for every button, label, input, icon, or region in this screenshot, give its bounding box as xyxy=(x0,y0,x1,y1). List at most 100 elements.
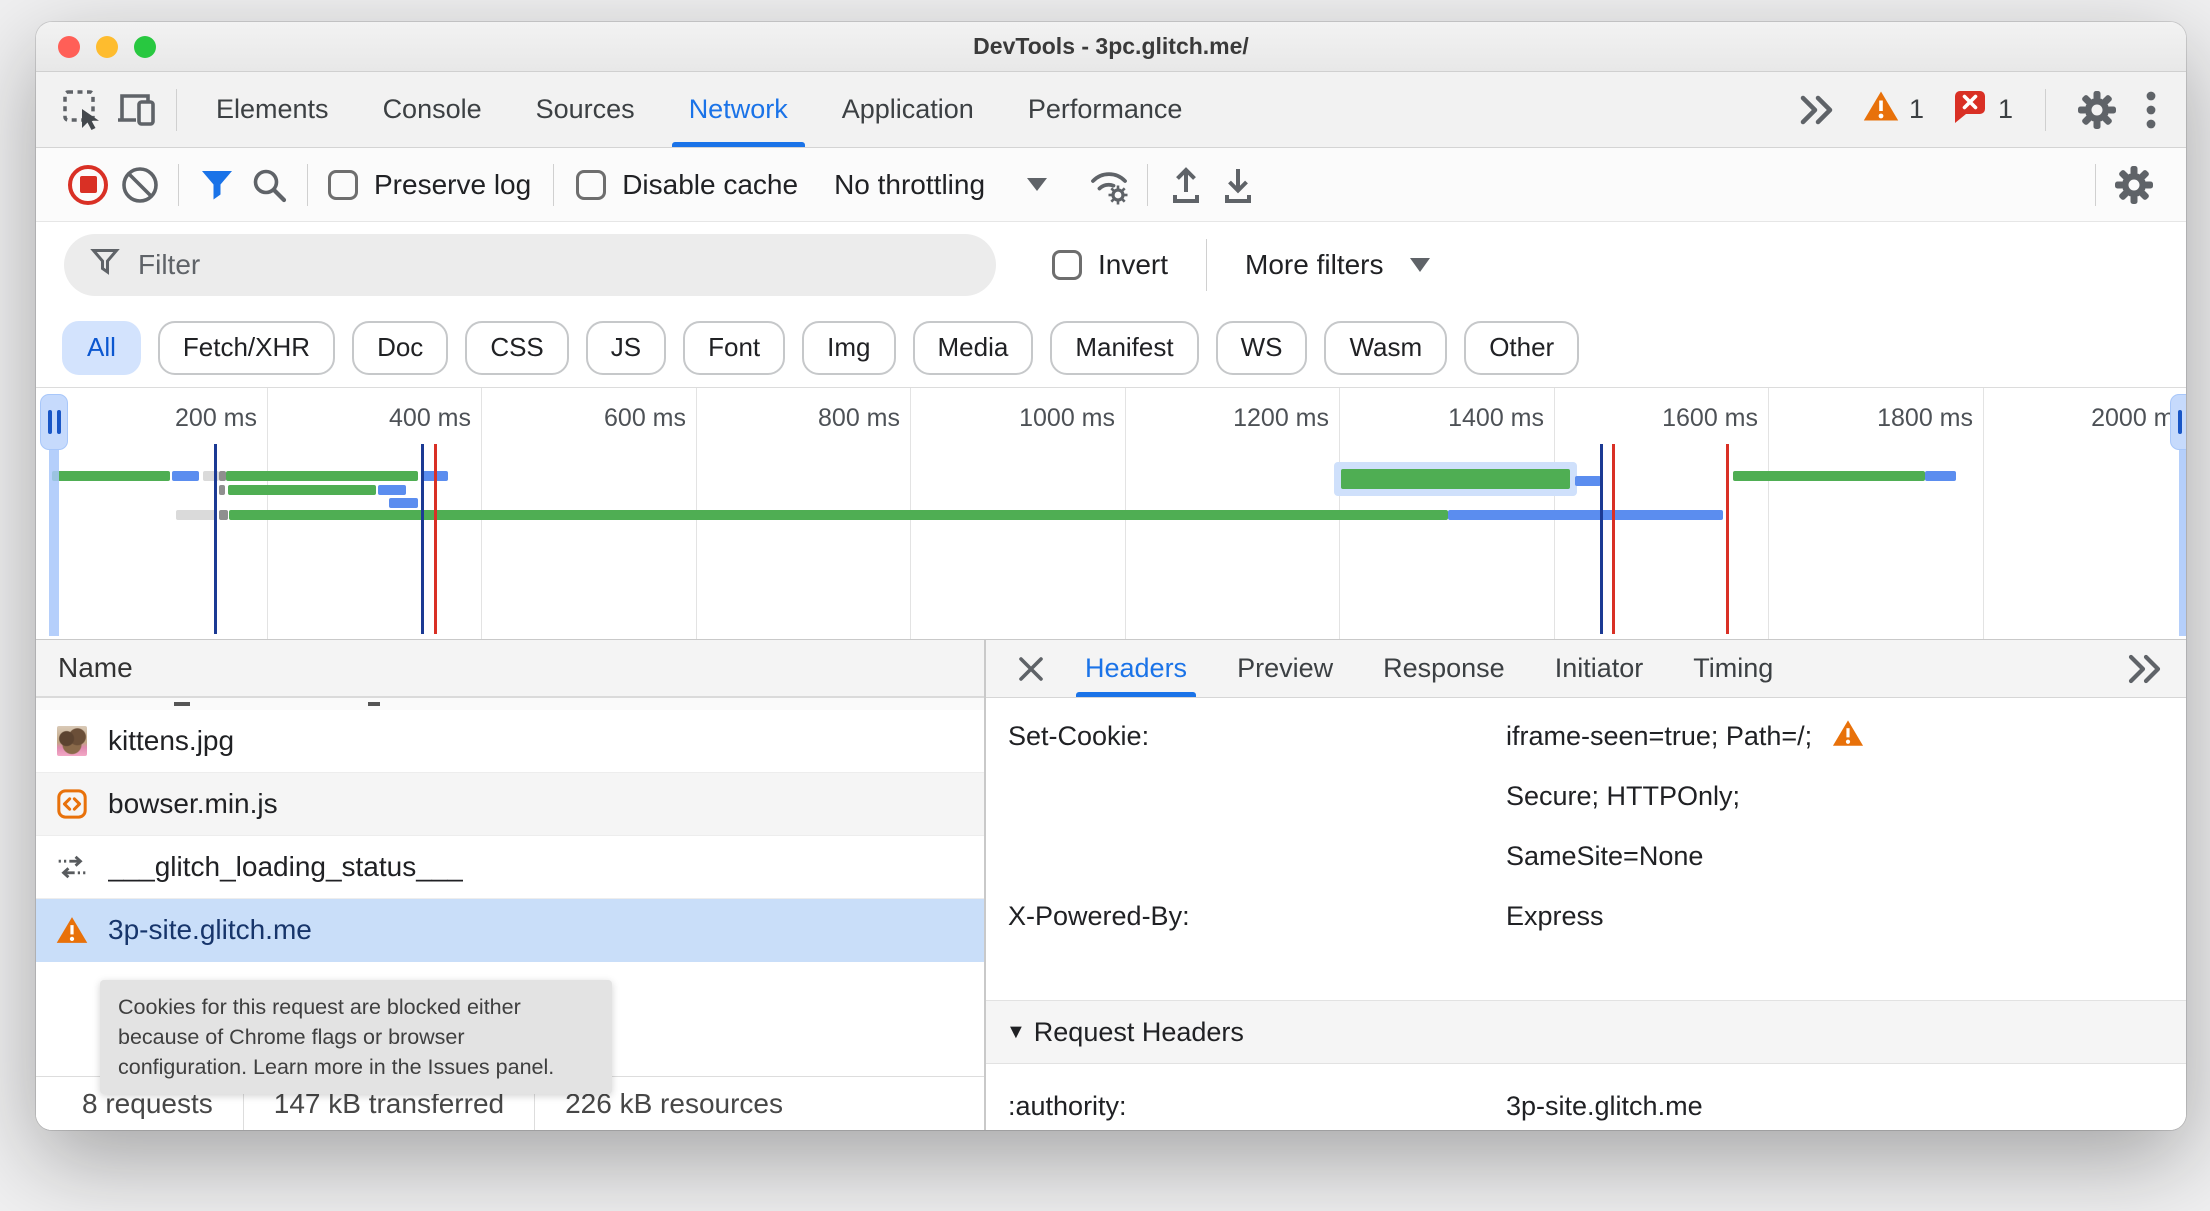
header-value-line: SameSite=None xyxy=(1506,826,1864,886)
waterfall-bar xyxy=(219,485,225,495)
issue-count: 1 xyxy=(1997,94,2013,124)
warnings-badge[interactable]: 1 xyxy=(1855,90,1932,129)
kebab-menu-icon[interactable] xyxy=(2136,83,2166,137)
cookie-warning-icon xyxy=(1832,719,1864,754)
type-filter-wasm[interactable]: Wasm xyxy=(1324,320,1448,375)
type-filter-ws[interactable]: WS xyxy=(1215,320,1308,375)
response-headers-list: Set-Cookie: iframe-seen=true; Path=/; Secu… xyxy=(986,706,2186,946)
disable-cache-label: Disable cache xyxy=(622,168,799,200)
network-conditions-icon[interactable] xyxy=(1083,159,1135,211)
tab-network[interactable]: Network xyxy=(662,72,815,147)
type-filter-js[interactable]: JS xyxy=(585,320,667,375)
filter-row: Invert More filters xyxy=(36,222,2186,308)
details-tab-preview[interactable]: Preview xyxy=(1212,640,1358,697)
request-row-3p-site-glitch-me[interactable]: 3p-site.glitch.me xyxy=(36,899,984,962)
more-filters-caret-icon[interactable] xyxy=(1409,258,1430,272)
tab-bar-right-cluster: 1 1 xyxy=(1789,83,2166,137)
invert-checkbox[interactable] xyxy=(1052,250,1082,280)
tab-elements[interactable]: Elements xyxy=(189,72,356,147)
funnel-outline-icon xyxy=(90,247,120,284)
type-filter-all[interactable]: All xyxy=(62,320,141,375)
issues-badge[interactable]: 1 xyxy=(1944,88,2021,131)
tab-sources[interactable]: Sources xyxy=(509,72,662,147)
filter-input[interactable] xyxy=(138,249,970,281)
load-event-line xyxy=(1726,444,1729,634)
search-icon[interactable] xyxy=(243,159,295,211)
waterfall-bar xyxy=(52,471,170,481)
filter-toggle-icon[interactable] xyxy=(191,159,243,211)
details-tab-response[interactable]: Response xyxy=(1358,640,1530,697)
issue-error-icon xyxy=(1952,88,1988,131)
load-event-line xyxy=(1612,444,1615,634)
settings-gear-icon[interactable] xyxy=(2070,83,2124,137)
close-details-icon[interactable] xyxy=(1002,643,1060,695)
header-name: X-Powered-By: xyxy=(1008,901,1190,931)
type-filter-media[interactable]: Media xyxy=(912,320,1034,375)
import-har-icon[interactable] xyxy=(1160,159,1212,211)
type-filter-fetch-xhr[interactable]: Fetch/XHR xyxy=(157,320,336,375)
type-filter-manifest[interactable]: Manifest xyxy=(1050,320,1199,375)
type-filter-font[interactable]: Font xyxy=(683,320,786,375)
waterfall-bar xyxy=(1341,469,1570,489)
waterfall-bar xyxy=(1448,510,1723,520)
domcontentloaded-event-line xyxy=(1600,444,1603,634)
cookie-block-tooltip: Cookies for this request are blocked eit… xyxy=(100,980,612,1095)
type-filter-other[interactable]: Other xyxy=(1464,320,1580,375)
tab-performance[interactable]: Performance xyxy=(1001,72,1210,147)
divider xyxy=(2095,163,2096,206)
details-tab-timing[interactable]: Timing xyxy=(1668,640,1798,697)
disable-cache-checkbox[interactable] xyxy=(576,169,607,200)
waterfall-bar xyxy=(1575,476,1601,486)
filter-input-pill[interactable] xyxy=(64,234,996,296)
overview-left-handle[interactable] xyxy=(40,394,68,450)
export-har-icon[interactable] xyxy=(1212,159,1264,211)
zoom-window-button[interactable] xyxy=(134,36,156,58)
title-bar: DevTools - 3pc.glitch.me/ xyxy=(36,22,2186,72)
more-filters-button[interactable]: More filters xyxy=(1245,249,1383,281)
throttling-select[interactable]: No throttling xyxy=(834,169,985,201)
requests-pane: Name kittens.jpg bowser.min.js ___glitch_l… xyxy=(36,640,986,1130)
network-settings-gear-icon[interactable] xyxy=(2108,159,2160,211)
network-main-area: Name kittens.jpg bowser.min.js ___glitch_l… xyxy=(36,640,2186,1130)
close-window-button[interactable] xyxy=(58,36,80,58)
request-row-glitch-loading-status[interactable]: ___glitch_loading_status___ xyxy=(36,836,984,899)
name-column-header[interactable]: Name xyxy=(36,640,984,698)
waterfall-bar xyxy=(228,485,376,495)
network-overview-timeline[interactable]: 200 ms 400 ms 600 ms 800 ms 1000 ms 1200 ms 14… xyxy=(36,388,2186,640)
request-headers-section[interactable]: ▼ Request Headers xyxy=(986,1000,2186,1064)
type-filter-css[interactable]: CSS xyxy=(465,320,569,375)
waterfall-bar xyxy=(1925,471,1956,481)
timeline-tick-label: 1200 ms xyxy=(1233,404,1329,432)
traffic-lights xyxy=(58,36,156,58)
divider xyxy=(2045,88,2046,131)
details-tab-headers[interactable]: Headers xyxy=(1060,640,1212,697)
request-row-kittens-jpg[interactable]: kittens.jpg xyxy=(36,710,984,773)
details-more-tabs-chevron-icon[interactable] xyxy=(2118,643,2170,695)
timeline-tick-label: 400 ms xyxy=(389,404,471,432)
divider xyxy=(176,88,177,131)
waterfall-bar xyxy=(389,498,418,508)
request-row-bowser-min-js[interactable]: bowser.min.js xyxy=(36,773,984,836)
device-toolbar-icon[interactable] xyxy=(110,83,164,137)
main-tabs: Elements Console Sources Network Application… xyxy=(189,72,1209,147)
divider xyxy=(307,163,308,206)
details-tabs: Headers Preview Response Initiator Timing xyxy=(1060,640,1798,697)
throttling-caret-icon[interactable] xyxy=(1027,178,1048,191)
minimize-window-button[interactable] xyxy=(96,36,118,58)
inspect-element-icon[interactable] xyxy=(56,83,110,137)
timeline-tick-label: 1000 ms xyxy=(1019,404,1115,432)
type-filter-doc[interactable]: Doc xyxy=(352,320,449,375)
more-tabs-chevron-icon[interactable] xyxy=(1789,83,1843,137)
tab-application[interactable]: Application xyxy=(815,72,1001,147)
overview-right-handle[interactable] xyxy=(2170,394,2186,450)
type-filter-img[interactable]: Img xyxy=(802,320,896,375)
tab-console[interactable]: Console xyxy=(356,72,509,147)
request-rows: kittens.jpg bowser.min.js ___glitch_loadin… xyxy=(36,710,984,962)
invert-label: Invert xyxy=(1098,249,1169,280)
headers-panel: Set-Cookie: iframe-seen=true; Path=/; Secu… xyxy=(986,698,2186,1130)
details-tab-initiator[interactable]: Initiator xyxy=(1530,640,1669,697)
clear-network-log-icon[interactable] xyxy=(114,159,166,211)
record-network-log-button[interactable] xyxy=(62,159,114,211)
script-icon xyxy=(56,788,88,820)
preserve-log-checkbox[interactable] xyxy=(328,169,358,200)
